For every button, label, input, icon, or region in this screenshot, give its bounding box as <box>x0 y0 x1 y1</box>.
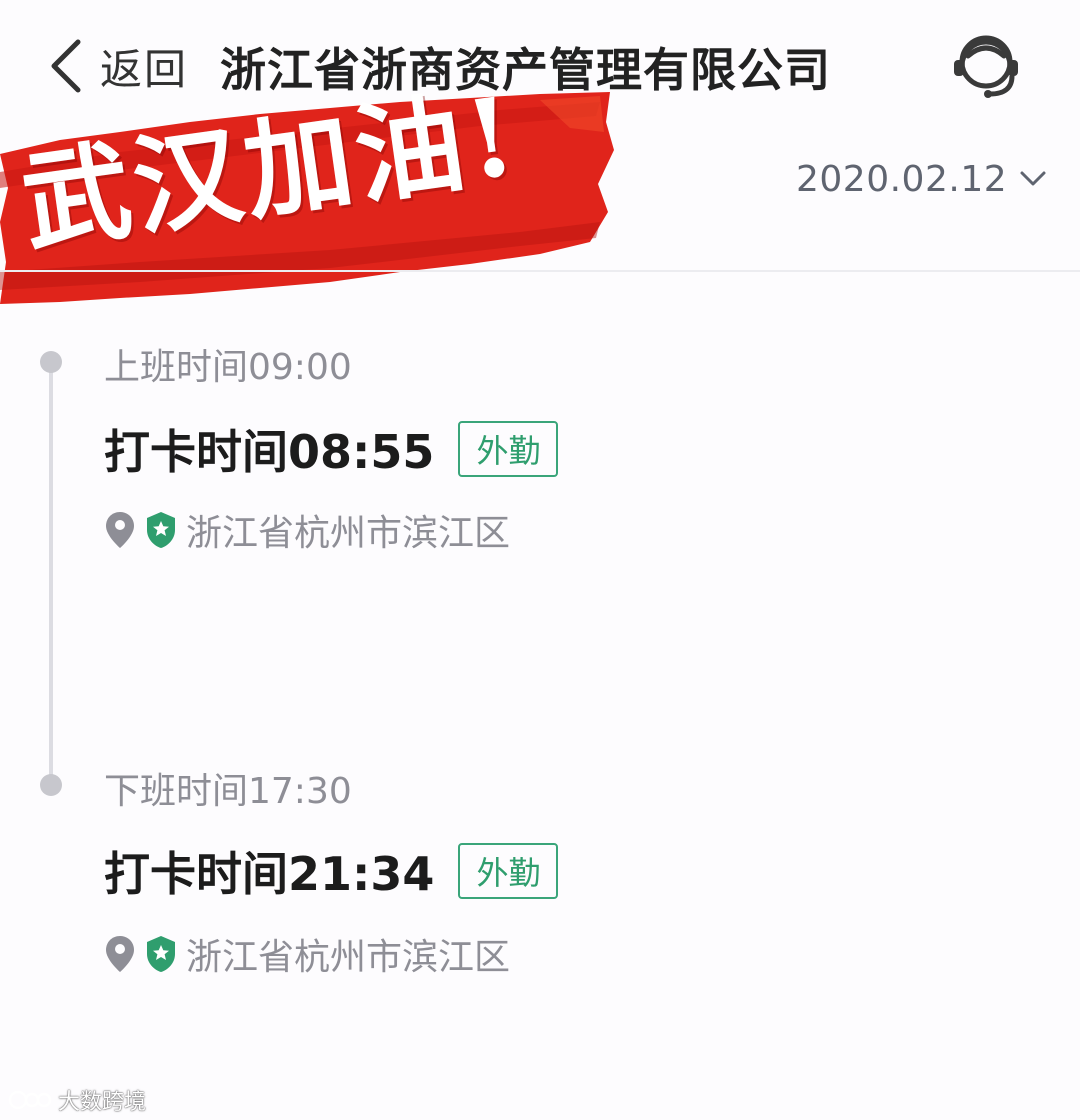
timeline-line <box>49 362 53 786</box>
customer-service-icon <box>954 35 1018 98</box>
header-divider <box>0 270 1080 272</box>
punch-row: 打卡时间08:55 外勤 <box>104 416 559 482</box>
verified-shield-icon <box>147 512 175 548</box>
watermark-text: 大数跨境 <box>58 1090 147 1115</box>
location-row[interactable]: 浙江省杭州市滨江区 <box>104 932 510 978</box>
punch-time: 打卡时间08:55 <box>104 425 435 479</box>
back-button[interactable]: 返回 <box>46 36 188 96</box>
watermark-logo-icon <box>8 1090 52 1110</box>
watermark: 大数跨境 <box>8 1086 147 1115</box>
status-badge: 外勤 <box>458 843 559 899</box>
customer-service-button[interactable] <box>946 26 1026 106</box>
punch-row: 打卡时间21:34 外勤 <box>104 838 559 904</box>
selected-date: 2020.02.12 <box>796 158 1008 200</box>
status-badge: 外勤 <box>458 421 559 477</box>
timeline-dot <box>40 351 62 373</box>
shift-end-label: 下班时间17:30 <box>104 771 352 812</box>
date-selector[interactable]: 2020.02.12 <box>796 156 1047 202</box>
punch-time: 打卡时间21:34 <box>104 847 435 901</box>
shift-start-label: 上班时间09:00 <box>104 347 352 388</box>
timeline-dot <box>40 774 62 796</box>
location-text: 浙江省杭州市滨江区 <box>186 513 511 554</box>
location-row[interactable]: 浙江省杭州市滨江区 <box>104 508 510 554</box>
verified-shield-icon <box>147 936 175 972</box>
location-pin-icon <box>106 512 134 548</box>
location-text: 浙江省杭州市滨江区 <box>186 937 511 978</box>
location-pin-icon <box>106 936 134 972</box>
chevron-left-icon <box>51 39 81 93</box>
chevron-down-icon <box>1020 171 1046 186</box>
back-label: 返回 <box>100 44 189 94</box>
